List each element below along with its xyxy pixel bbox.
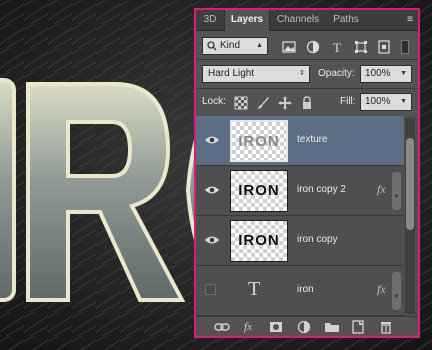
add-mask-icon[interactable]: [268, 320, 284, 334]
visibility-eye-icon[interactable]: [204, 184, 220, 196]
smart-object-filter-icon[interactable]: [377, 40, 391, 54]
filter-kind-dropdown[interactable]: Kind ▲: [202, 37, 268, 55]
layer-thumbnail: IRON: [230, 120, 288, 162]
adjustment-filter-icon[interactable]: [306, 40, 320, 54]
expand-effects-arrow-icon[interactable]: ▼: [392, 172, 401, 210]
filter-toggle-switch[interactable]: [401, 40, 409, 54]
shape-filter-icon[interactable]: [354, 40, 368, 54]
layers-bottom-toolbar: fx: [196, 316, 418, 336]
layer-thumbnail: IRON: [230, 220, 288, 262]
visibility-toggle-empty[interactable]: [205, 284, 216, 295]
layers-panel: 3D Layers Channels Paths ≡ Kind ▲ T Hard…: [194, 8, 420, 338]
delete-layer-icon[interactable]: [378, 320, 394, 334]
fx-indicator[interactable]: fx: [377, 281, 386, 297]
thumbnail-text: IRON: [238, 182, 280, 199]
new-layer-icon[interactable]: [350, 320, 366, 334]
tab-paths[interactable]: Paths: [326, 10, 366, 30]
blend-mode-dropdown[interactable]: Hard Light ⇕: [202, 65, 310, 83]
search-icon: [207, 41, 217, 51]
tab-channels[interactable]: Channels: [272, 10, 324, 30]
fx-indicator[interactable]: fx: [377, 181, 386, 197]
visibility-eye-icon[interactable]: [204, 134, 220, 146]
panel-tab-bar: 3D Layers Channels Paths ≡: [196, 10, 418, 31]
lock-image-icon[interactable]: [256, 96, 270, 110]
scrollbar-thumb[interactable]: [406, 138, 414, 230]
layer-name[interactable]: iron: [297, 283, 314, 297]
image-filter-icon[interactable]: [282, 40, 296, 54]
svg-text:T: T: [333, 40, 341, 54]
lock-row: Lock: Fill: 100% ▼: [196, 92, 418, 114]
thumbnail-text: IRON: [238, 133, 280, 150]
layer-row-iron-copy-2[interactable]: IRON iron copy 2 fx ▼: [196, 166, 404, 216]
layer-row-iron[interactable]: T iron fx ▼: [196, 266, 404, 316]
lock-all-icon[interactable]: [300, 96, 314, 110]
chevron-updown-icon: ⇕: [299, 70, 305, 77]
link-layers-icon[interactable]: [214, 320, 230, 334]
layer-list-scrollbar[interactable]: [405, 118, 415, 314]
opacity-input[interactable]: 100% ▼: [360, 65, 412, 83]
fill-label: Fill:: [340, 96, 356, 107]
type-filter-icon[interactable]: T: [330, 40, 344, 54]
stepper-arrows-icon: ▲: [256, 42, 263, 49]
blend-mode-value: Hard Light: [208, 68, 255, 79]
divider: [196, 59, 418, 60]
filter-row: Kind ▲ T: [196, 36, 418, 58]
fill-value: 100%: [365, 96, 391, 107]
new-adjustment-icon[interactable]: [296, 320, 312, 334]
layer-name[interactable]: texture: [297, 133, 328, 147]
lock-label: Lock:: [202, 96, 226, 107]
expand-effects-arrow-icon[interactable]: ▼: [392, 272, 401, 310]
chevron-down-icon[interactable]: ▼: [400, 66, 407, 82]
layer-row-texture[interactable]: IRON texture: [196, 116, 404, 166]
layer-thumbnail: IRON: [230, 170, 288, 212]
divider: [196, 88, 418, 89]
new-group-icon[interactable]: [324, 320, 340, 334]
tab-3d[interactable]: 3D: [198, 10, 222, 30]
type-layer-icon: T: [248, 278, 261, 300]
opacity-label: Opacity:: [318, 68, 355, 79]
thumbnail-text: IRON: [238, 232, 280, 249]
filter-kind-label: Kind: [220, 40, 241, 51]
blend-row: Hard Light ⇕ Opacity: 100% ▼: [196, 64, 418, 86]
tab-layers[interactable]: Layers: [224, 10, 270, 31]
fill-input[interactable]: 100% ▼: [360, 93, 412, 111]
layer-row-iron-copy[interactable]: IRON iron copy: [196, 216, 404, 266]
layer-name[interactable]: iron copy 2: [297, 183, 346, 197]
opacity-value: 100%: [365, 68, 391, 79]
layer-list: IRON texture IRON iron copy 2 fx ▼ IRON …: [196, 116, 418, 316]
layer-name[interactable]: iron copy: [297, 233, 338, 247]
lock-position-icon[interactable]: [278, 96, 292, 110]
layer-style-icon[interactable]: fx: [240, 320, 256, 334]
visibility-eye-icon[interactable]: [204, 234, 220, 246]
chevron-down-icon[interactable]: ▼: [400, 94, 407, 110]
panel-menu-icon[interactable]: ≡: [399, 13, 413, 26]
lock-transparent-icon[interactable]: [234, 96, 248, 110]
